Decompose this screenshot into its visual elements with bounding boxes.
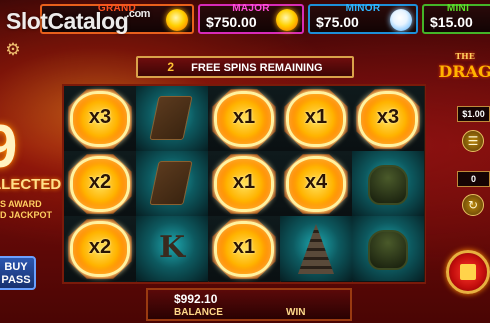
multiplier-label: x1 xyxy=(232,236,256,258)
logo-main-text: DRAG xyxy=(438,62,490,81)
collected-panel: 9 LLECTED S AWARD D JACKPOT xyxy=(0,113,62,221)
balance-bar: $992.10 BALANCE WIN xyxy=(146,288,352,321)
jackpot-mini-label: MINI xyxy=(446,3,470,14)
reel-cell: x3 xyxy=(352,86,424,151)
bet-value[interactable]: $1.00 xyxy=(457,106,490,122)
multiplier-label: x4 xyxy=(304,171,328,193)
reel-cell: x1 xyxy=(280,86,352,151)
collected-label: LLECTED xyxy=(0,176,62,193)
refresh-icon[interactable]: ↻ xyxy=(462,194,484,216)
gear-icon[interactable]: ⚙ xyxy=(4,41,22,59)
watermark-suffix: .com xyxy=(126,8,150,20)
multiplier-label: x3 xyxy=(88,106,112,128)
reel-cell xyxy=(352,151,424,216)
reel-cell: x1 xyxy=(208,86,280,151)
reel-cell: x2 xyxy=(64,216,136,281)
pot-symbol xyxy=(368,230,408,270)
jackpot-major: MAJOR $750.00 xyxy=(198,3,304,34)
jackpot-mini: MINI $15.00 xyxy=(422,3,490,34)
silver-coin-icon xyxy=(390,9,412,31)
reel-cell: x4 xyxy=(280,151,352,216)
multiplier-label: x1 xyxy=(232,106,256,128)
multiplier-label: x2 xyxy=(88,236,112,258)
coin-stack-icon[interactable]: ☰ xyxy=(462,130,484,152)
jackpot-minor: MINOR $75.00 xyxy=(308,3,418,34)
watermark: SlotCatalog.com xyxy=(6,8,150,35)
free-spins-banner: 2 FREE SPINS REMAINING xyxy=(136,56,354,78)
autoplay-count[interactable]: 0 xyxy=(457,171,490,187)
reel-cell: x1 xyxy=(208,216,280,281)
reel-grid: x3 x2 x2 Kx1 x1 x1 x1 x4 x3 xyxy=(62,84,426,284)
scroll-symbol xyxy=(149,161,193,205)
stop-icon xyxy=(460,264,476,280)
jackpot-minor-value: $75.00 xyxy=(316,14,359,30)
reel-cell xyxy=(136,86,208,151)
free-spins-count: 2 xyxy=(167,60,175,74)
reel-1: x3 x2 x2 xyxy=(64,86,137,282)
stop-button[interactable] xyxy=(446,250,490,294)
reel-cell: x2 xyxy=(64,151,136,216)
collected-count: 9 xyxy=(0,113,18,180)
reel-2: K xyxy=(136,86,209,282)
jackpot-major-value: $750.00 xyxy=(206,14,257,30)
game-logo: THE DRAG xyxy=(436,48,490,88)
gold-coin-icon xyxy=(276,9,298,31)
reel-cell: K xyxy=(136,216,208,281)
buy-pass-line-1: BUY xyxy=(4,261,28,273)
gold-coin-icon xyxy=(166,9,188,31)
award-line-1: S AWARD xyxy=(0,199,42,209)
award-line-2: D JACKPOT xyxy=(0,210,53,220)
scroll-symbol xyxy=(149,96,193,140)
reel-cell: x3 xyxy=(64,86,136,151)
reel-5: x3 xyxy=(352,86,425,282)
reel-cell: x1 xyxy=(208,151,280,216)
multiplier-label: x1 xyxy=(232,171,256,193)
win-label: WIN xyxy=(286,307,306,318)
reel-cell xyxy=(352,216,424,281)
jackpot-mini-value: $15.00 xyxy=(430,14,473,30)
multiplier-label: x1 xyxy=(304,106,328,128)
reel-cell xyxy=(280,216,352,281)
multiplier-label: x2 xyxy=(88,171,112,193)
watermark-text: SlotCatalog xyxy=(6,8,129,34)
buy-pass-line-2: PASS xyxy=(1,274,31,286)
reel-4: x1 x4 xyxy=(280,86,353,282)
pagoda-symbol xyxy=(298,224,334,274)
free-spins-label: FREE SPINS REMAINING xyxy=(191,62,323,74)
pot-symbol xyxy=(368,165,408,205)
balance-value: $992.10 xyxy=(174,292,218,306)
buy-pass-button[interactable]: BUY PASS xyxy=(0,256,36,290)
reel-3: x1 x1 x1 xyxy=(208,86,281,282)
jackpot-minor-label: MINOR xyxy=(345,3,381,14)
k-symbol: K xyxy=(158,230,186,265)
multiplier-label: x3 xyxy=(376,106,400,128)
balance-label: BALANCE xyxy=(174,307,223,318)
reel-cell xyxy=(136,151,208,216)
jackpot-major-label: MAJOR xyxy=(232,3,270,14)
